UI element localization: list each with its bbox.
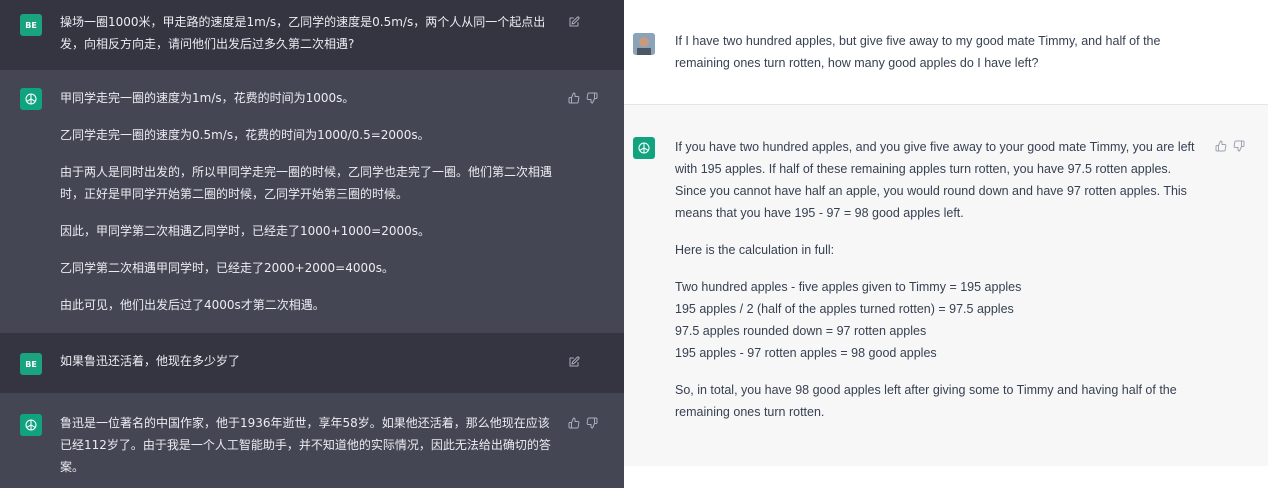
thumbs-down-icon[interactable]	[1233, 140, 1245, 152]
user-avatar-photo	[633, 33, 655, 55]
user-avatar: BE	[20, 353, 42, 375]
assistant-paragraph: If you have two hundred apples, and you …	[675, 140, 1195, 220]
assistant-paragraph: Here is the calculation in full:	[675, 243, 835, 257]
assistant-paragraph: 乙同学第二次相遇甲同学时，已经走了2000+2000=4000s。	[60, 261, 394, 275]
assistant-paragraph: 乙同学走完一圈的速度为0.5m/s，花费的时间为1000/0.5=2000s。	[60, 128, 430, 142]
openai-logo-icon	[636, 140, 652, 156]
assistant-avatar	[633, 137, 655, 159]
calculation-list: Two hundred apples - five apples given t…	[675, 276, 1205, 364]
assistant-paragraph: 由此可见，他们出发后过了4000s才第二次相遇。	[60, 298, 325, 312]
right-chat-pane: If I have two hundred apples, but give f…	[624, 0, 1268, 488]
calculation-line: 195 apples / 2 (half of the apples turne…	[675, 302, 1014, 316]
thumbs-up-icon[interactable]	[568, 92, 580, 104]
assistant-message-row: 鲁迅是一位著名的中国作家，他于1936年逝世，享年58岁。如果他还活着，那么他现…	[0, 393, 624, 488]
thumbs-up-icon[interactable]	[1215, 140, 1227, 152]
assistant-avatar	[20, 88, 42, 110]
user-message-row: If I have two hundred apples, but give f…	[624, 0, 1268, 105]
calculation-line: 195 apples - 97 rotten apples = 98 good …	[675, 346, 937, 360]
assistant-paragraph: 鲁迅是一位著名的中国作家，他于1936年逝世，享年58岁。如果他还活着，那么他现…	[60, 416, 551, 474]
user-avatar: BE	[20, 14, 42, 36]
assistant-message-row: If you have two hundred apples, and you …	[624, 105, 1268, 466]
thumbs-down-icon[interactable]	[586, 92, 598, 104]
assistant-paragraph: 因此，甲同学第二次相遇乙同学时，已经走了1000+1000=2000s。	[60, 224, 430, 238]
edit-icon[interactable]	[568, 16, 580, 28]
left-chat-pane: BE 操场一圈1000米，甲走路的速度是1m/s，乙同学的速度是0.5m/s，两…	[0, 0, 624, 488]
user-message-text: 如果鲁迅还活着，他现在多少岁了	[60, 354, 241, 368]
openai-logo-icon	[23, 417, 39, 433]
user-message-text: 操场一圈1000米，甲走路的速度是1m/s，乙同学的速度是0.5m/s，两个人从…	[60, 15, 546, 51]
user-message-row: BE 操场一圈1000米，甲走路的速度是1m/s，乙同学的速度是0.5m/s，两…	[0, 0, 624, 70]
assistant-paragraph: 甲同学走完一圈的速度为1m/s，花费的时间为1000s。	[60, 91, 355, 105]
thumbs-up-icon[interactable]	[568, 417, 580, 429]
calculation-line: Two hundred apples - five apples given t…	[675, 280, 1022, 294]
assistant-message-text: 甲同学走完一圈的速度为1m/s，花费的时间为1000s。 乙同学走完一圈的速度为…	[60, 87, 554, 331]
assistant-avatar	[20, 414, 42, 436]
assistant-summary: So, in total, you have 98 good apples le…	[675, 383, 1177, 419]
user-message-row: BE 如果鲁迅还活着，他现在多少岁了	[0, 333, 624, 393]
user-message-text: If I have two hundred apples, but give f…	[675, 34, 1161, 70]
openai-logo-icon	[23, 91, 39, 107]
calculation-line: 97.5 apples rounded down = 97 rotten app…	[675, 324, 927, 338]
assistant-message-text: 鲁迅是一位著名的中国作家，他于1936年逝世，享年58岁。如果他还活着，那么他现…	[60, 412, 554, 478]
assistant-message-text: If you have two hundred apples, and you …	[675, 136, 1205, 423]
thumbs-down-icon[interactable]	[586, 417, 598, 429]
assistant-paragraph: 由于两人是同时出发的，所以甲同学走完一圈的时候，乙同学也走完了一圈。他们第二次相…	[60, 165, 553, 201]
assistant-message-row: 甲同学走完一圈的速度为1m/s，花费的时间为1000s。 乙同学走完一圈的速度为…	[0, 70, 624, 333]
edit-icon[interactable]	[568, 356, 580, 368]
